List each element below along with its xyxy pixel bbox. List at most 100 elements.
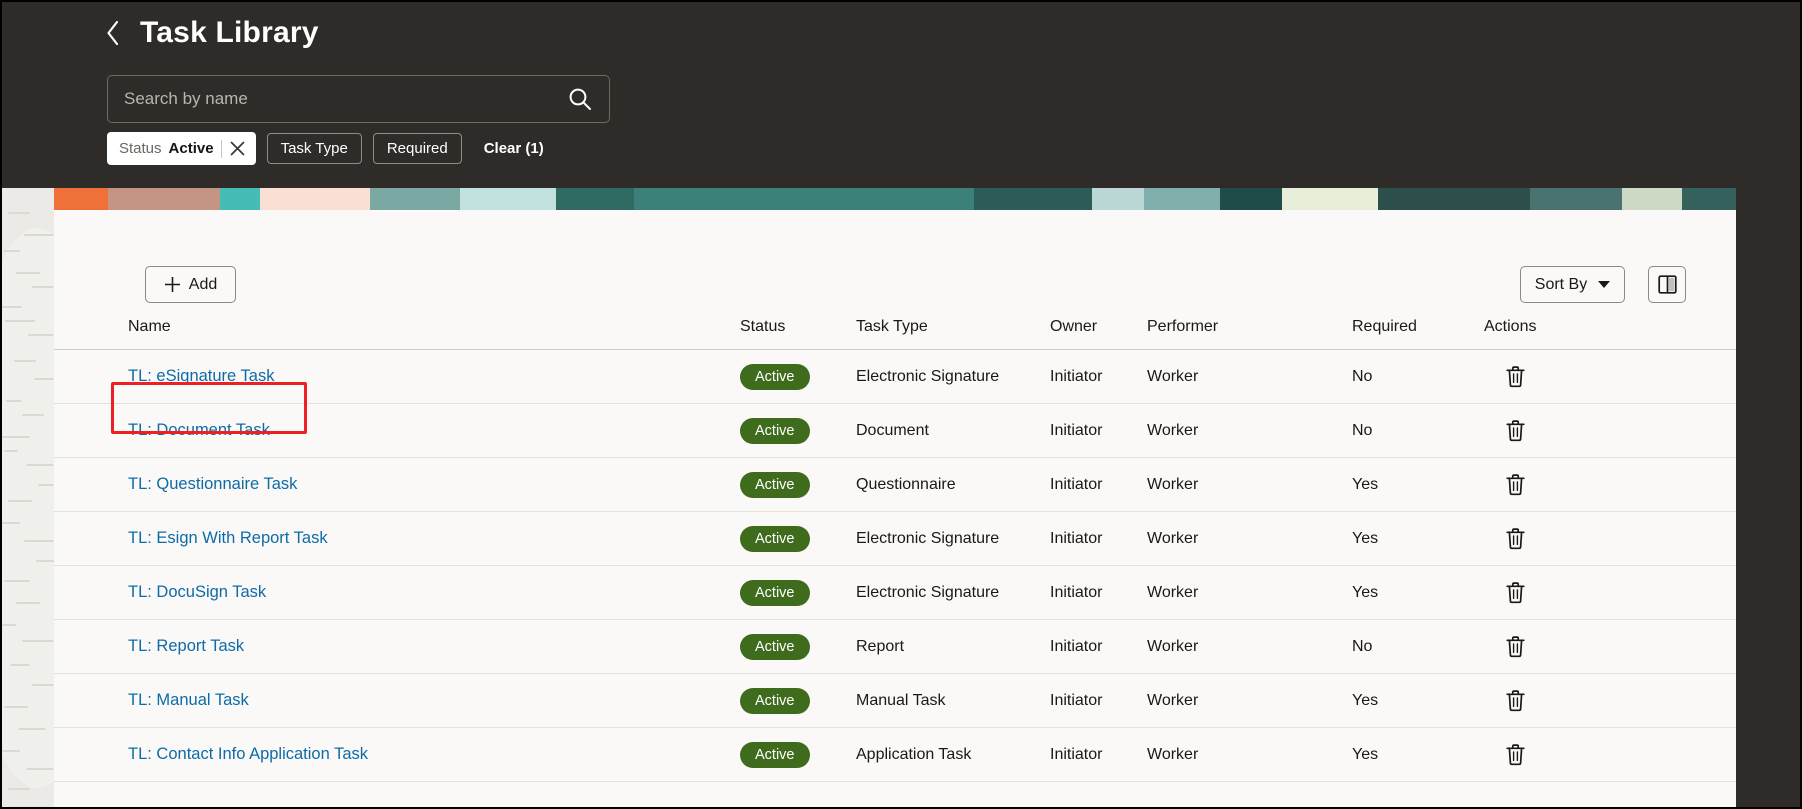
table-header-row: Name Status Task Type Owner Performer Re…: [54, 304, 1736, 350]
owner-cell: Initiator: [1050, 367, 1103, 385]
task-type-cell: Electronic Signature: [856, 583, 1000, 601]
status-cell: Active: [740, 741, 856, 768]
sort-by-button[interactable]: Sort By: [1520, 266, 1625, 303]
add-button[interactable]: Add: [145, 266, 236, 303]
status-badge: Active: [740, 363, 810, 390]
back-chevron-icon[interactable]: [102, 16, 124, 50]
column-header-performer[interactable]: Performer: [1147, 318, 1352, 336]
performer-cell: Worker: [1147, 529, 1199, 547]
column-header-required[interactable]: Required: [1352, 318, 1484, 336]
actions-cell: [1484, 581, 1604, 604]
table-row[interactable]: TL: Questionnaire Task Active Questionnair…: [54, 458, 1736, 512]
required-cell: Yes: [1352, 583, 1379, 601]
chip-divider: [220, 139, 222, 158]
task-name-link[interactable]: TL: DocuSign Task: [128, 583, 266, 601]
task-name-cell: TL: Report Task: [128, 637, 740, 656]
owner-cell: Initiator: [1050, 475, 1103, 493]
task-type-cell: Electronic Signature: [856, 367, 1000, 385]
trash-icon[interactable]: [1505, 419, 1526, 442]
task-table: Name Status Task Type Owner Performer Re…: [54, 304, 1736, 782]
task-name-link[interactable]: TL: Questionnaire Task: [128, 475, 297, 493]
clear-filters-link[interactable]: Clear (1): [484, 140, 544, 157]
trash-icon[interactable]: [1505, 743, 1526, 766]
status-cell: Active: [740, 525, 856, 552]
status-badge: Active: [740, 471, 810, 498]
task-name-link[interactable]: TL: Report Task: [128, 637, 244, 655]
table-row[interactable]: TL: Esign With Report Task Active Electron…: [54, 512, 1736, 566]
table-row[interactable]: TL: DocuSign Task Active Electronic Signat…: [54, 566, 1736, 620]
table-row[interactable]: TL: Manual Task Active Manual Task Initiato…: [54, 674, 1736, 728]
table-toolbar: Add Sort By: [54, 210, 1736, 304]
columns-panel-button[interactable]: [1648, 266, 1686, 303]
column-header-name[interactable]: Name: [128, 318, 740, 336]
task-type-cell: Report: [856, 637, 905, 655]
actions-cell: [1484, 743, 1604, 766]
task-type-cell: Questionnaire: [856, 475, 956, 493]
search-icon[interactable]: [567, 86, 593, 112]
status-cell: Active: [740, 633, 856, 660]
close-icon[interactable]: [229, 140, 246, 157]
filter-chip-row: Status Active Task Type Required Clear (…: [107, 132, 544, 165]
owner-cell: Initiator: [1050, 421, 1103, 439]
status-badge: Active: [740, 633, 810, 660]
performer-cell: Worker: [1147, 421, 1199, 439]
required-cell: Yes: [1352, 475, 1379, 493]
search-input[interactable]: [124, 89, 567, 109]
filter-chip-status-key: Status: [119, 140, 162, 157]
filter-chip-status[interactable]: Status Active: [107, 132, 256, 165]
task-name-link[interactable]: TL: Esign With Report Task: [128, 529, 328, 547]
task-type-cell: Application Task: [856, 745, 972, 763]
task-name-link[interactable]: TL: eSignature Task: [128, 367, 274, 385]
owner-cell: Initiator: [1050, 583, 1103, 601]
trash-icon[interactable]: [1505, 527, 1526, 550]
trash-icon[interactable]: [1505, 635, 1526, 658]
task-name-cell: TL: Esign With Report Task: [128, 529, 740, 548]
actions-cell: [1484, 365, 1604, 388]
plus-icon: [164, 277, 180, 292]
column-header-actions: Actions: [1484, 317, 1537, 335]
required-cell: No: [1352, 637, 1373, 655]
table-row[interactable]: TL: Report Task Active Report Initiator Work…: [54, 620, 1736, 674]
actions-cell: [1484, 689, 1604, 712]
trash-icon[interactable]: [1505, 581, 1526, 604]
trash-icon[interactable]: [1505, 689, 1526, 712]
status-cell: Active: [740, 687, 856, 714]
owner-cell: Initiator: [1050, 691, 1103, 709]
task-type-cell: Electronic Signature: [856, 529, 1000, 547]
owner-cell: Initiator: [1050, 745, 1103, 763]
status-cell: Active: [740, 471, 856, 498]
task-name-cell: TL: Contact Info Application Task: [128, 745, 740, 764]
column-header-status[interactable]: Status: [740, 318, 856, 336]
table-row[interactable]: TL: Document Task Active Document Initiator…: [54, 404, 1736, 458]
task-type-cell: Manual Task: [856, 691, 946, 709]
search-box[interactable]: [107, 75, 610, 123]
decorative-banner-image: [54, 188, 1736, 210]
status-cell: Active: [740, 363, 856, 390]
task-name-cell: TL: Questionnaire Task: [128, 475, 740, 494]
performer-cell: Worker: [1147, 475, 1199, 493]
owner-cell: Initiator: [1050, 529, 1103, 547]
title-row: Task Library: [102, 16, 319, 50]
required-cell: Yes: [1352, 745, 1379, 763]
content-card: Add Sort By Name Status Task Type Owner: [54, 188, 1736, 807]
trash-icon[interactable]: [1505, 473, 1526, 496]
status-badge: Active: [740, 741, 810, 768]
filter-button-required[interactable]: Required: [372, 133, 462, 164]
required-cell: No: [1352, 421, 1373, 439]
table-row[interactable]: TL: Contact Info Application Task Active A…: [54, 728, 1736, 782]
task-type-cell: Document: [856, 421, 929, 439]
task-name-link[interactable]: TL: Manual Task: [128, 691, 249, 709]
status-cell: Active: [740, 579, 856, 606]
task-name-link[interactable]: TL: Document Task: [128, 421, 270, 439]
task-name-cell: TL: DocuSign Task: [128, 583, 740, 602]
column-header-task-type[interactable]: Task Type: [856, 318, 1050, 336]
table-row[interactable]: TL: eSignature Task Active Electronic Sign…: [54, 350, 1736, 404]
actions-cell: [1484, 635, 1604, 658]
task-name-link[interactable]: TL: Contact Info Application Task: [128, 745, 368, 763]
required-cell: Yes: [1352, 691, 1379, 709]
filter-button-task-type[interactable]: Task Type: [266, 133, 362, 164]
required-cell: Yes: [1352, 529, 1379, 547]
status-badge: Active: [740, 417, 810, 444]
column-header-owner[interactable]: Owner: [1050, 318, 1147, 336]
trash-icon[interactable]: [1505, 365, 1526, 388]
